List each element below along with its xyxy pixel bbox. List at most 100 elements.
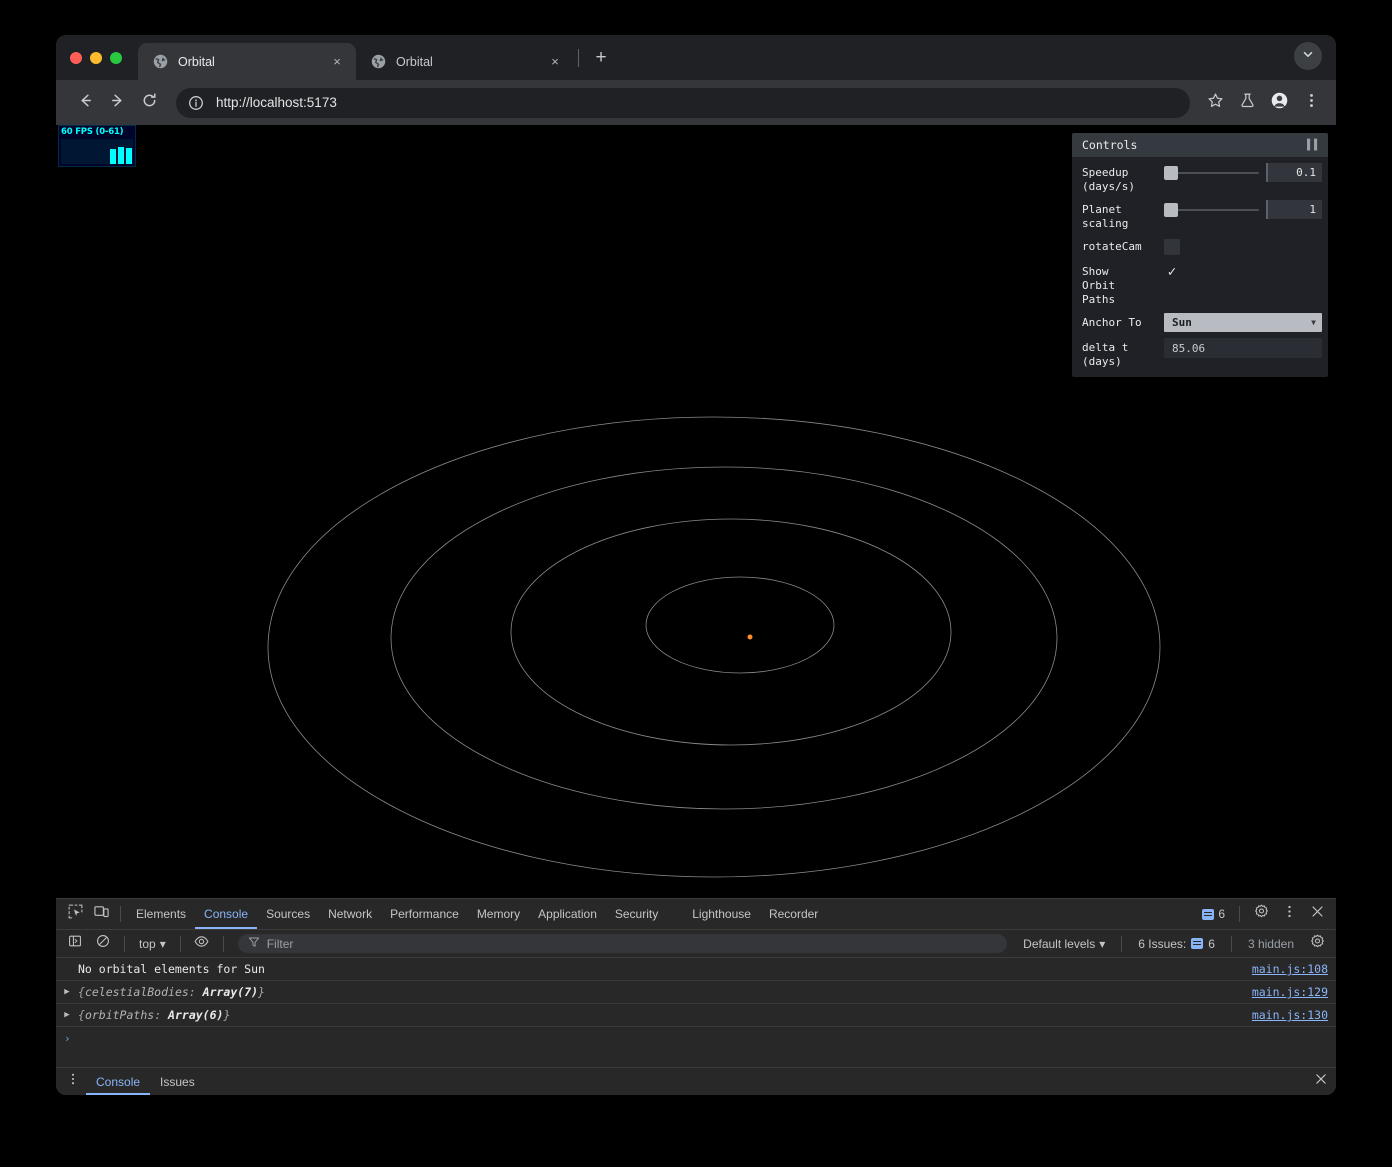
planet-scaling-value-input[interactable]: 1 (1266, 200, 1322, 219)
control-widget-planet-scaling: 1 (1164, 198, 1322, 219)
issues-counter[interactable]: 6 (1196, 907, 1231, 921)
console-prompt[interactable]: › (56, 1027, 1336, 1050)
show-orbit-paths-checkbox[interactable]: ✓ (1164, 264, 1180, 280)
devtools-panel: Elements Console Sources Network Performance… (56, 898, 1336, 1095)
forward-button[interactable] (102, 88, 132, 118)
inspect-element-button[interactable] (62, 902, 88, 926)
console-message-list[interactable]: No orbital elements for Sun main.js:108 ▶{… (56, 958, 1336, 1067)
speedup-slider[interactable] (1164, 164, 1259, 182)
console-sidebar-button[interactable] (62, 932, 88, 956)
clear-console-button[interactable] (90, 932, 116, 956)
console-source-link[interactable]: main.js:129 (1242, 985, 1328, 999)
orbit-path-2 (510, 518, 952, 746)
control-label-speedup: Speedup (days/s) (1082, 161, 1164, 194)
close-tab-button[interactable]: × (328, 53, 346, 71)
toolbar-divider (179, 935, 181, 952)
fps-label: 60 FPS (0-61) (61, 127, 124, 137)
new-tab-button[interactable]: + (587, 44, 615, 72)
console-message-row[interactable]: No orbital elements for Sun main.js:108 (56, 958, 1336, 981)
devtools-tab-console[interactable]: Console (195, 899, 257, 929)
devtools-settings-button[interactable] (1248, 902, 1274, 926)
expand-arrow-icon[interactable]: ▶ (56, 987, 78, 997)
address-bar[interactable]: http://localhost:5173 (176, 87, 1190, 118)
browser-menu-button[interactable] (1296, 88, 1326, 118)
device-toolbar-icon (93, 904, 109, 924)
slider-track (1164, 171, 1259, 174)
control-widget-show-orbit-paths: ✓ (1164, 260, 1322, 280)
close-icon (1310, 904, 1325, 924)
live-expression-button[interactable] (189, 932, 215, 956)
devtools-close-button[interactable] (1304, 902, 1330, 926)
pause-icon[interactable]: ▐▐ (1304, 140, 1318, 151)
drawer-more-button[interactable] (60, 1070, 86, 1094)
devtools-tab-memory[interactable]: Memory (468, 899, 529, 929)
clear-console-icon (96, 934, 110, 953)
control-row-delta-t: delta t (days) 85.06 (1072, 334, 1328, 371)
drawer-close-button[interactable] (1314, 1072, 1336, 1091)
console-message-row[interactable]: ▶ {celestialBodies: Array(7)} main.js:129 (56, 981, 1336, 1004)
issues-summary-count: 6 (1208, 936, 1215, 951)
close-tab-button[interactable]: × (546, 53, 564, 71)
console-settings-button[interactable] (1304, 932, 1330, 956)
reload-button[interactable] (134, 88, 164, 118)
delta-t-label-line1: delta t (1082, 341, 1129, 354)
browser-tab-2[interactable]: Orbital × (356, 43, 574, 80)
profile-button[interactable] (1264, 88, 1294, 118)
toolbar-divider (1121, 935, 1123, 952)
control-label-planet-scaling: Planet scaling (1082, 198, 1164, 231)
labs-button[interactable] (1232, 88, 1262, 118)
devtools-drawer-tabbar: Console Issues (56, 1067, 1336, 1095)
back-button[interactable] (70, 88, 100, 118)
maximize-window-button[interactable] (110, 51, 122, 64)
info-circle-icon[interactable] (188, 95, 204, 111)
minimize-window-button[interactable] (90, 51, 102, 64)
slider-knob[interactable] (1164, 202, 1178, 217)
expand-arrow-icon[interactable]: ▶ (56, 1010, 78, 1020)
checkmark-icon: ✓ (1167, 264, 1177, 280)
execution-context-selector[interactable]: top ▾ (133, 937, 172, 951)
devtools-tab-performance[interactable]: Performance (381, 899, 468, 929)
console-source-link[interactable]: main.js:108 (1242, 962, 1328, 976)
device-toolbar-button[interactable] (88, 902, 114, 926)
devtools-tab-network[interactable]: Network (319, 899, 381, 929)
devtools-tab-lighthouse[interactable]: Lighthouse (683, 899, 760, 929)
window-traffic-lights (70, 35, 138, 80)
fps-bars (110, 139, 132, 164)
control-row-speedup: Speedup (days/s) 0.1 (1072, 159, 1328, 196)
orbit-paths-group (267, 416, 1161, 878)
planet-scaling-slider[interactable] (1164, 201, 1259, 219)
slider-track (1164, 208, 1259, 211)
devtools-tab-security[interactable]: Security (606, 899, 667, 929)
bookmark-button[interactable] (1200, 88, 1230, 118)
control-row-anchor-to: Anchor To Sun ▼ (1072, 309, 1328, 334)
speedup-value-input[interactable]: 0.1 (1266, 163, 1322, 182)
drawer-tab-console[interactable]: Console (86, 1068, 150, 1095)
devtools-tab-sources[interactable]: Sources (257, 899, 319, 929)
console-message-text: {celestialBodies: Array(7)} (78, 985, 265, 999)
context-label: top (139, 936, 156, 951)
console-filter-input[interactable]: Filter (237, 934, 1008, 953)
devtools-tab-elements[interactable]: Elements (127, 899, 195, 929)
console-source-link[interactable]: main.js:130 (1242, 1008, 1328, 1022)
rotate-cam-checkbox[interactable] (1164, 239, 1180, 255)
toolbar-divider (120, 906, 121, 922)
tab-search-button[interactable] (1294, 42, 1322, 70)
console-message-row[interactable]: ▶ {orbitPaths: Array(6)} main.js:130 (56, 1004, 1336, 1027)
log-levels-selector[interactable]: Default levels ▾ (1015, 937, 1113, 951)
anchor-to-select[interactable]: Sun ▼ (1164, 313, 1322, 332)
close-window-button[interactable] (70, 51, 82, 64)
chevron-down-icon: ▾ (1099, 936, 1106, 951)
tab-divider (578, 48, 579, 67)
controls-panel: Controls ▐▐ Speedup (days/s) 0.1 Planet … (1072, 133, 1328, 377)
slider-knob[interactable] (1164, 165, 1178, 180)
browser-tab-1[interactable]: Orbital × (138, 43, 356, 80)
devtools-more-button[interactable] (1276, 902, 1302, 926)
devtools-tab-application[interactable]: Application (529, 899, 606, 929)
controls-panel-header[interactable]: Controls ▐▐ (1072, 133, 1328, 157)
live-expression-icon (194, 934, 209, 954)
issues-summary[interactable]: 6 Issues: 6 (1130, 937, 1223, 951)
drawer-tab-issues[interactable]: Issues (150, 1068, 205, 1095)
delta-t-input[interactable]: 85.06 (1164, 338, 1322, 358)
devtools-tab-recorder[interactable]: Recorder (760, 899, 827, 929)
orbit-path-4 (267, 416, 1161, 878)
